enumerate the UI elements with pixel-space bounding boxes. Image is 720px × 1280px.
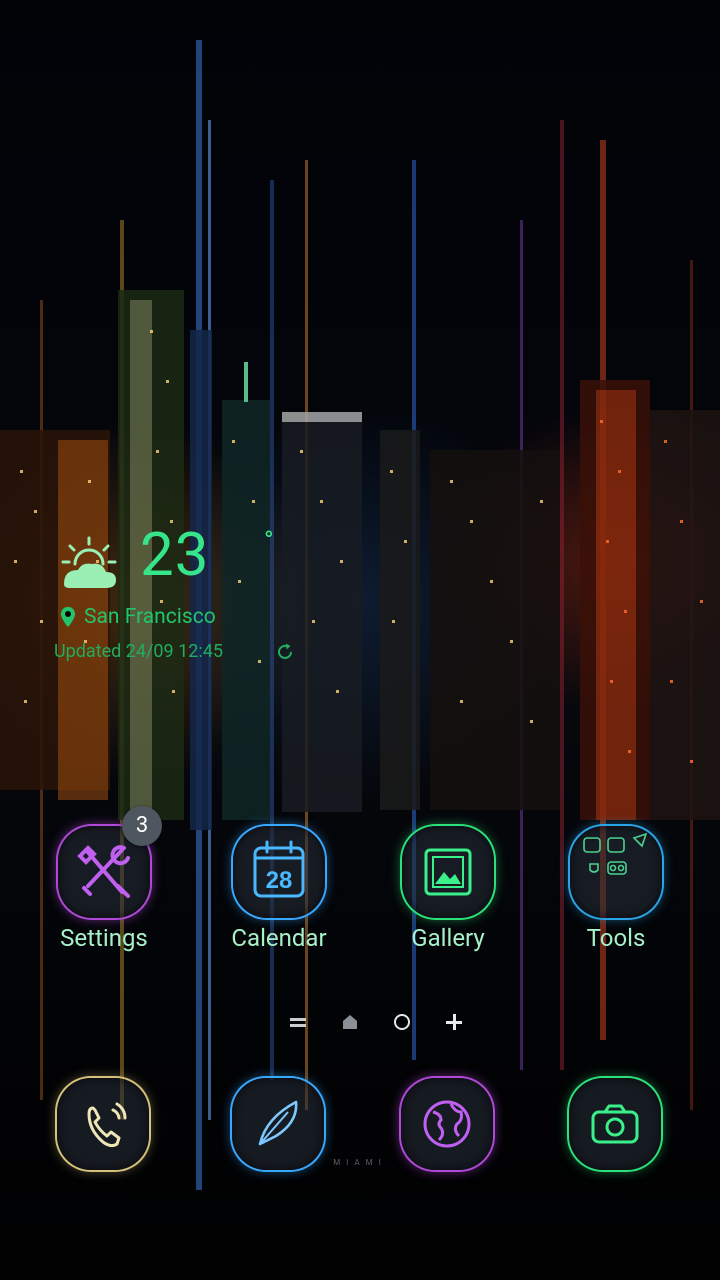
weather-widget[interactable]: 23 ° San Francisco Updated 24/09 12:45 [54,520,374,670]
messages-feather-icon [258,1100,298,1146]
notification-badge: 3 [122,806,162,846]
app-label-calendar: Calendar [231,924,327,952]
weather-temperature-unit: ° [264,526,274,556]
weather-updated-time: Updated 24/09 12:45 [54,641,223,662]
app-settings[interactable]: Settings [34,826,174,966]
phone-icon [87,1102,127,1148]
gallery-tile [402,826,494,918]
wallpaper-caption: MIAMI [333,1158,387,1167]
refresh-icon[interactable] [275,642,295,662]
app-calendar[interactable]: 28 Calendar [209,826,349,966]
camera-icon [591,1104,639,1144]
browser-globe-icon [423,1100,471,1148]
calendar-icon: 28 [253,840,305,898]
weather-city: San Francisco [84,605,216,629]
dock-phone[interactable] [57,1078,153,1174]
phone-tile [57,1078,149,1170]
calendar-date: 28 [266,867,293,894]
browser-tile [401,1078,493,1170]
home-icon[interactable] [340,1012,360,1032]
camera-tile [569,1078,661,1170]
gallery-icon [424,848,472,896]
page-dot-icon[interactable] [392,1012,412,1032]
calendar-tile: 28 [233,826,325,918]
weather-temperature: 23 [140,519,210,590]
app-label-tools: Tools [586,924,646,952]
add-page-icon[interactable] [444,1012,464,1032]
tools-folder-icon [583,832,648,875]
app-label-settings: Settings [60,924,148,952]
dock-camera[interactable] [569,1078,665,1174]
messages-tile [232,1078,324,1170]
partly-cloudy-icon [61,536,117,588]
menu-icon[interactable] [288,1012,308,1032]
app-tools-folder[interactable]: Tools [546,826,686,966]
app-gallery[interactable]: Gallery [378,826,518,966]
location-pin-icon [61,607,75,627]
tools-folder-tile [570,826,662,918]
app-label-gallery: Gallery [411,924,485,952]
